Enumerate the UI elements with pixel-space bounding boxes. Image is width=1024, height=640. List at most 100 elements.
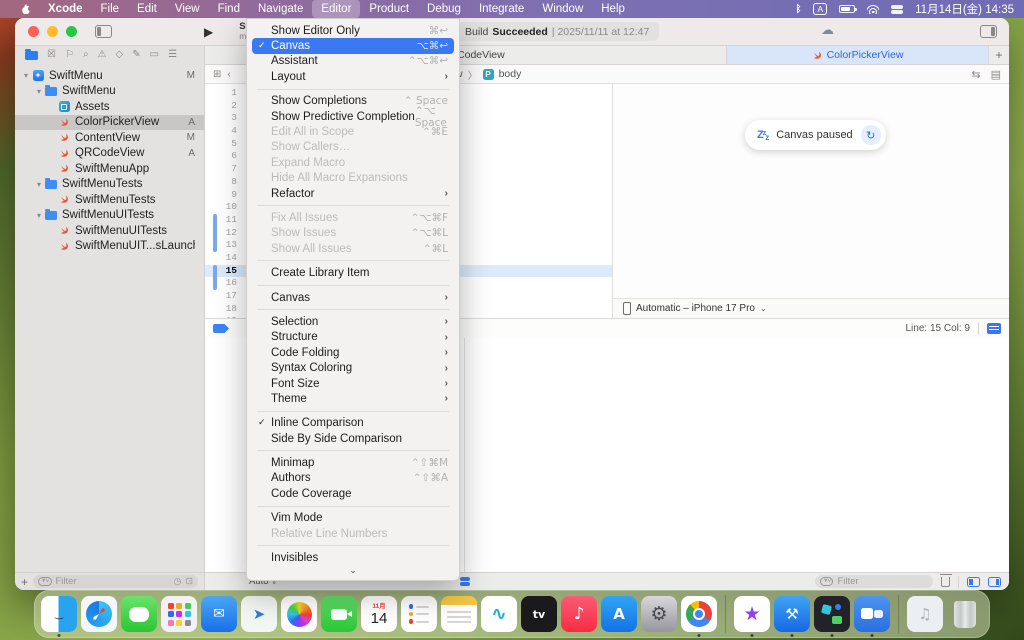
menu-item-show-editor-only[interactable]: Show Editor Only⌘↩ bbox=[252, 23, 454, 38]
dock-item-appletv[interactable]: tv bbox=[521, 596, 557, 632]
menubar-item-integrate[interactable]: Integrate bbox=[470, 0, 533, 18]
menubar-item-xcode[interactable]: Xcode bbox=[39, 0, 92, 18]
bookmarks-icon[interactable]: ⚐ bbox=[65, 50, 74, 60]
toggle-right-sidebar-icon[interactable] bbox=[980, 25, 997, 38]
show-console-toggle-icon[interactable] bbox=[988, 577, 1001, 587]
canvas-device-bar[interactable]: Automatic – iPhone 17 Pro ⌄ bbox=[613, 298, 1009, 318]
menu-item-font-size[interactable]: Font Size› bbox=[252, 376, 454, 391]
dock-item-music[interactable]: ♪ bbox=[561, 596, 597, 632]
menu-item-authors[interactable]: Authors⌃⇧⌘A bbox=[252, 471, 454, 486]
navigator-filter-field[interactable]: ▼∨ Filter ◷ ⊡ bbox=[33, 575, 198, 588]
menubar-item-product[interactable]: Product bbox=[360, 0, 418, 18]
dock-item-maps[interactable]: ➤ bbox=[241, 596, 277, 632]
dock-item-blueapp[interactable] bbox=[854, 596, 890, 632]
menubar-item-help[interactable]: Help bbox=[592, 0, 634, 18]
tree-item-swiftmenu[interactable]: ▾SwiftMenu bbox=[15, 84, 204, 100]
run-button[interactable]: ▶ bbox=[204, 25, 213, 39]
menubar-item-edit[interactable]: Edit bbox=[128, 0, 166, 18]
dock-item-darkapp[interactable] bbox=[814, 596, 850, 632]
dock-item-finder[interactable]: ‿ bbox=[41, 596, 77, 632]
menu-item-inline-comparison[interactable]: ✓Inline Comparison bbox=[252, 416, 454, 431]
minimize-button[interactable] bbox=[47, 26, 58, 37]
wifi-icon[interactable] bbox=[867, 5, 879, 14]
dock-item-notes[interactable] bbox=[441, 596, 477, 632]
tree-item-swiftmenutests[interactable]: ▾SwiftMenuTests bbox=[15, 177, 204, 193]
menu-item-code-folding[interactable]: Code Folding› bbox=[252, 345, 454, 360]
menubar-item-view[interactable]: View bbox=[166, 0, 209, 18]
dock-item-launchpad[interactable] bbox=[161, 596, 197, 632]
swap-editor-icon[interactable]: ⇆ bbox=[971, 68, 980, 81]
editor-only-icon[interactable] bbox=[987, 323, 1001, 334]
menubar-item-window[interactable]: Window bbox=[533, 0, 592, 18]
disclosure-chevron-icon[interactable]: ▾ bbox=[21, 71, 31, 80]
input-source-icon[interactable]: A bbox=[813, 3, 827, 15]
tree-item-swiftmenuuitests[interactable]: SwiftMenuUITests bbox=[15, 223, 204, 239]
tree-item-swiftmenuuit-slaunchtests[interactable]: SwiftMenuUIT...sLaunchTests bbox=[15, 239, 204, 255]
console-filter-field[interactable]: ▼∨ Filter bbox=[815, 575, 933, 588]
menu-item-selection[interactable]: Selection› bbox=[252, 314, 454, 329]
tests-icon[interactable]: ◇ bbox=[116, 50, 124, 60]
menu-item-side-by-side-comparison[interactable]: Side By Side Comparison bbox=[252, 431, 454, 446]
close-button[interactable] bbox=[28, 26, 39, 37]
activity-view[interactable]: Build Succeeded | 2025/11/11 at 12:47 bbox=[455, 22, 659, 41]
debug-icon[interactable]: ✎ bbox=[132, 50, 140, 60]
dock-item-chrome[interactable] bbox=[681, 596, 717, 632]
reports-icon[interactable]: ☰ bbox=[168, 50, 177, 60]
menubar-item-file[interactable]: File bbox=[92, 0, 129, 18]
add-file-button[interactable]: + bbox=[21, 575, 28, 589]
canvas-area[interactable]: Zzz Canvas paused ↻ bbox=[613, 84, 1009, 298]
menu-item-vim-mode[interactable]: Vim Mode bbox=[252, 511, 454, 526]
dock-item-messages[interactable] bbox=[121, 596, 157, 632]
tree-item-swiftmenutests[interactable]: SwiftMenuTests bbox=[15, 192, 204, 208]
apple-menu[interactable] bbox=[10, 0, 39, 18]
dock-item-appstore[interactable]: A bbox=[601, 596, 637, 632]
show-variables-toggle-icon[interactable] bbox=[967, 577, 980, 587]
dock-item-calendar[interactable]: 11月14 bbox=[361, 596, 397, 632]
zoom-button[interactable] bbox=[66, 26, 77, 37]
dock-item-imovie[interactable]: ★ bbox=[734, 596, 770, 632]
project-navigator-icon[interactable] bbox=[25, 51, 38, 60]
disclosure-chevron-icon[interactable]: ▾ bbox=[34, 180, 44, 189]
menu-item-show-predictive-completion[interactable]: Show Predictive Completion⌃⌥ Space bbox=[252, 109, 454, 124]
menu-item-refactor[interactable]: Refactor› bbox=[252, 186, 454, 201]
menubar-item-find[interactable]: Find bbox=[209, 0, 249, 18]
dock-item-downloads[interactable]: ♫ bbox=[907, 596, 943, 632]
breakpoint-marker[interactable] bbox=[213, 324, 229, 333]
toggle-left-sidebar-icon[interactable] bbox=[95, 25, 112, 38]
tree-item-swiftmenuapp[interactable]: SwiftMenuApp bbox=[15, 161, 204, 177]
disclosure-chevron-icon[interactable]: ▾ bbox=[34, 211, 44, 220]
menu-item-invisibles[interactable]: Invisibles bbox=[252, 550, 454, 565]
menu-item-syntax-coloring[interactable]: Syntax Coloring› bbox=[252, 360, 454, 375]
new-tab-button[interactable]: + bbox=[989, 46, 1009, 64]
source-control-filter-icon[interactable]: ⊡ bbox=[185, 577, 193, 587]
menu-item-layout[interactable]: Layout› bbox=[252, 69, 454, 84]
dock-item-safari[interactable] bbox=[81, 596, 117, 632]
menu-item-code-coverage[interactable]: Code Coverage bbox=[252, 486, 454, 501]
tree-item-qrcodeview[interactable]: QRCodeViewA bbox=[15, 146, 204, 162]
control-center-icon[interactable] bbox=[891, 5, 903, 14]
tree-item-colorpickerview[interactable]: ColorPickerViewA bbox=[15, 115, 204, 131]
console-view[interactable] bbox=[465, 338, 1009, 572]
menubar-item-debug[interactable]: Debug bbox=[418, 0, 470, 18]
tree-item-swiftmenuuitests[interactable]: ▾SwiftMenuUITests bbox=[15, 208, 204, 224]
menu-item-canvas[interactable]: Canvas› bbox=[252, 290, 454, 305]
breadcrumb[interactable]: w 〉 P body bbox=[455, 67, 521, 82]
dock-item-settings[interactable]: ⚙ bbox=[641, 596, 677, 632]
dock-item-reminders[interactable] bbox=[401, 596, 437, 632]
menu-scroll-more-icon[interactable]: ⌄ bbox=[247, 566, 459, 578]
menu-item-create-library-item[interactable]: Create Library Item bbox=[252, 265, 454, 280]
menu-item-assistant[interactable]: Assistant⌃⌥⌘↩ bbox=[252, 54, 454, 69]
dock-item-trash[interactable] bbox=[947, 596, 983, 632]
resume-canvas-button[interactable]: ↻ bbox=[861, 125, 881, 145]
issues-icon[interactable]: ⚠ bbox=[98, 50, 107, 60]
menubar-item-navigate[interactable]: Navigate bbox=[249, 0, 312, 18]
back-icon[interactable]: ‹ bbox=[227, 69, 230, 80]
find-icon[interactable]: ⌕ bbox=[83, 50, 89, 60]
dock-item-freeform[interactable]: ∿ bbox=[481, 596, 517, 632]
tree-item-contentview[interactable]: ContentViewM bbox=[15, 130, 204, 146]
menu-item-theme[interactable]: Theme› bbox=[252, 391, 454, 406]
battery-icon[interactable] bbox=[839, 5, 855, 13]
source-control-icon[interactable]: ☒ bbox=[47, 50, 56, 60]
console-picker-icon[interactable] bbox=[460, 577, 470, 586]
tree-item-assets[interactable]: Assets bbox=[15, 99, 204, 115]
